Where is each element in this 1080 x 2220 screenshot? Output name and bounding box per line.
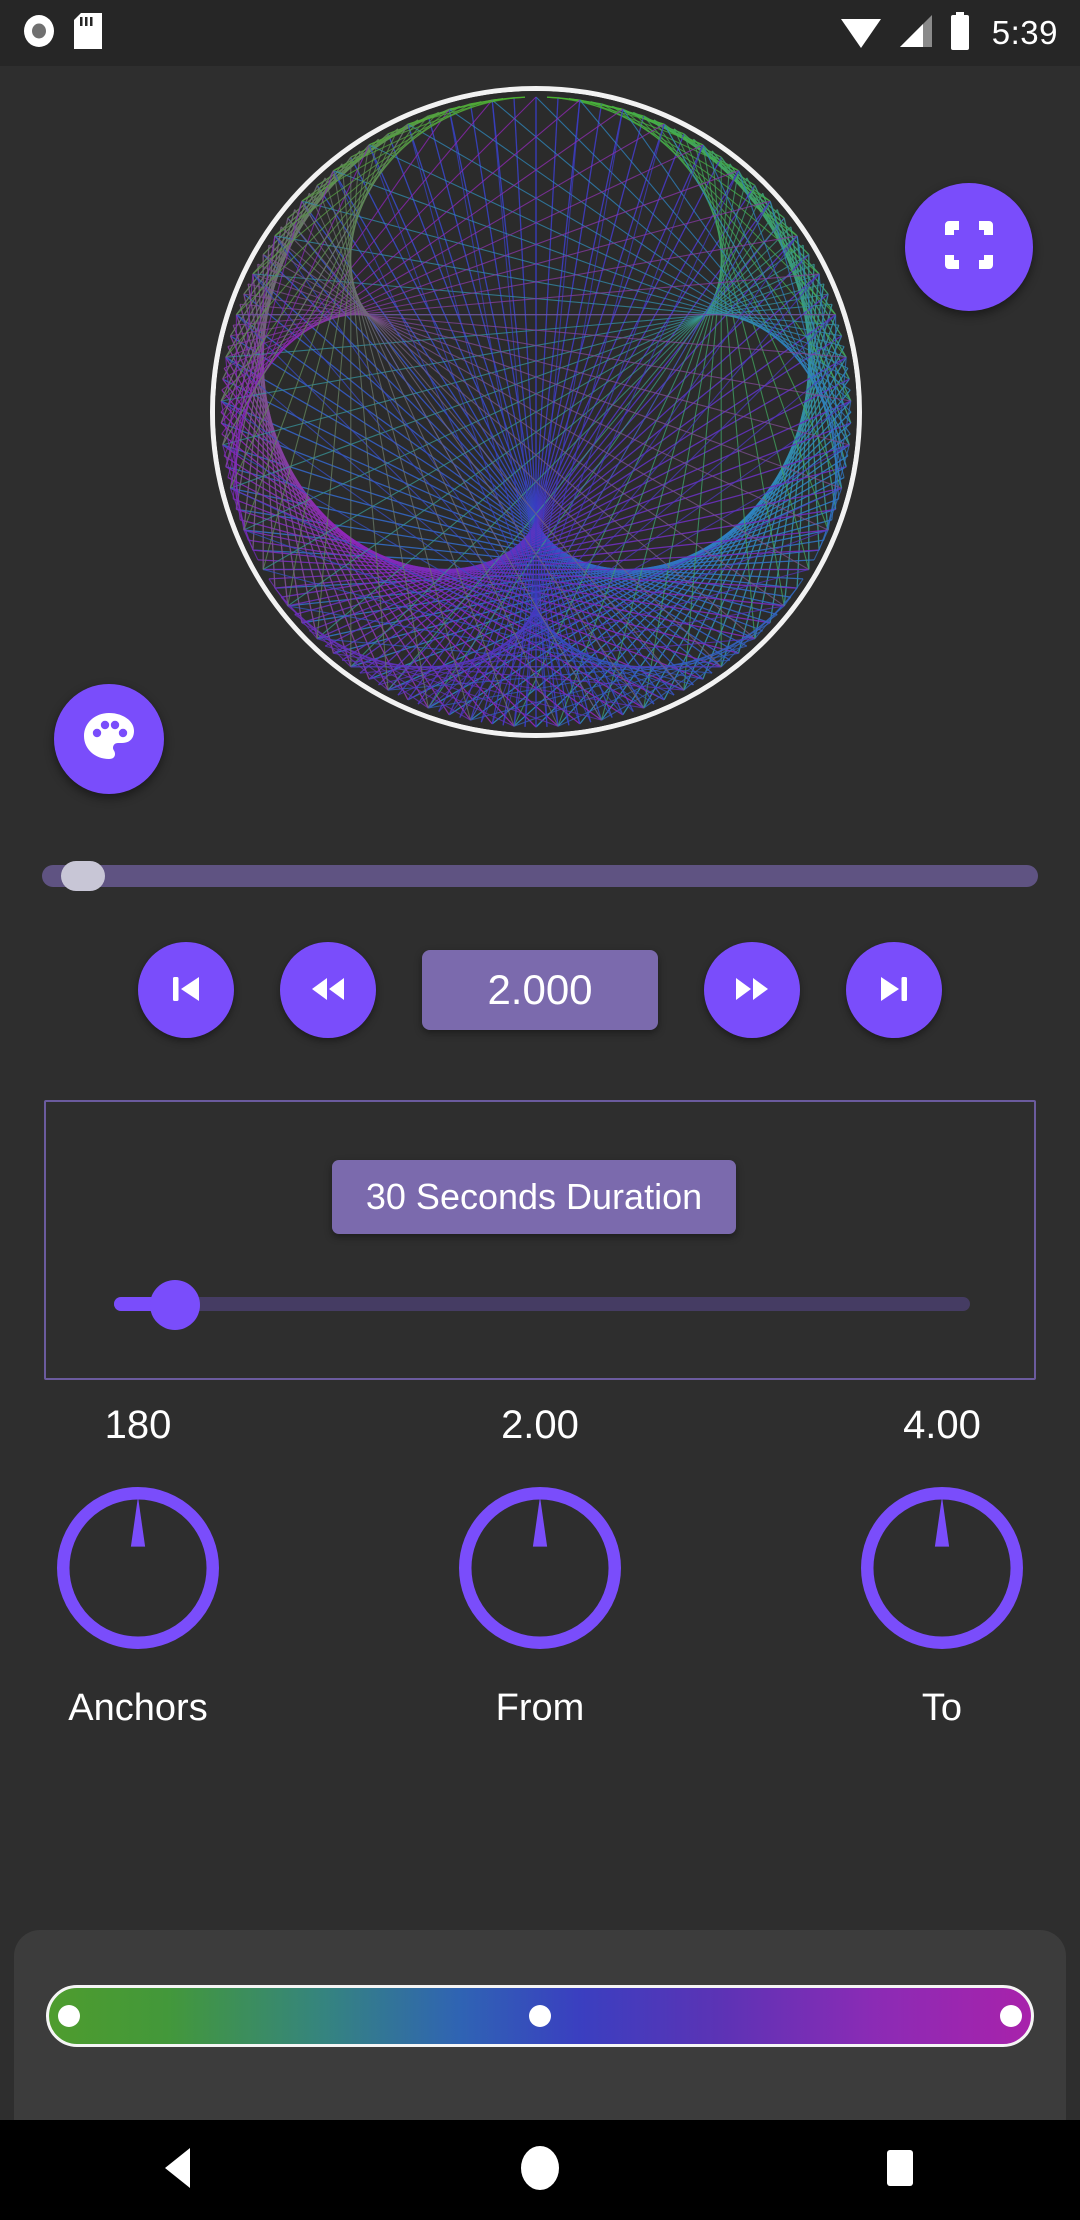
record-icon (22, 14, 56, 53)
color-gradient-sheet (14, 1930, 1066, 2120)
battery-icon (948, 11, 972, 55)
parameter-knobs: 180 Anchors 2.00 From 4.00 To (0, 1405, 1080, 1805)
nav-recents-button[interactable] (810, 2120, 990, 2220)
knob-to[interactable]: 4.00 To (837, 1405, 1047, 1805)
nav-back-button[interactable] (90, 2120, 270, 2220)
knob-to-value: 4.00 (903, 1403, 981, 1447)
android-nav-bar (0, 2120, 1080, 2220)
knob-from-dial[interactable] (451, 1479, 629, 1657)
app-screen: 5:39 2.000 30 Seconds Duration 180 Ancho… (0, 0, 1080, 2220)
nav-home-button[interactable] (450, 2120, 630, 2220)
back-triangle-icon (159, 2145, 201, 2196)
skip-next-icon (872, 967, 916, 1014)
gradient-handle-middle[interactable] (529, 2005, 551, 2027)
knob-to-label: To (921, 1687, 963, 1729)
skip-previous-icon (164, 967, 208, 1014)
palette-icon (80, 708, 138, 771)
sd-card-icon (74, 12, 102, 54)
gradient-handle-start[interactable] (57, 2005, 80, 2027)
status-bar: 5:39 (0, 0, 1080, 66)
palette-button[interactable] (54, 684, 164, 794)
knob-anchors-dial[interactable] (49, 1479, 227, 1657)
skip-previous-button[interactable] (138, 942, 234, 1038)
status-bar-clock: 5:39 (991, 14, 1058, 51)
rewind-button[interactable] (280, 942, 376, 1038)
progress-thumb[interactable] (61, 861, 106, 891)
fullscreen-button[interactable] (905, 183, 1033, 311)
knob-from-label: From (495, 1687, 585, 1729)
duration-panel: 30 Seconds Duration (44, 1100, 1036, 1380)
playback-progress-slider[interactable] (0, 855, 1080, 897)
wifi-icon (840, 13, 882, 54)
speed-value-box[interactable]: 2.000 (422, 950, 658, 1030)
knob-anchors-label: Anchors (68, 1687, 208, 1729)
transport-controls: 2.000 (0, 930, 1080, 1050)
color-gradient-picker[interactable] (46, 1985, 1034, 2047)
duration-slider-track[interactable] (114, 1297, 970, 1311)
progress-track[interactable] (42, 865, 1038, 887)
fast-forward-button[interactable] (704, 942, 800, 1038)
knob-from-value: 2.00 (501, 1403, 579, 1447)
knob-from[interactable]: 2.00 From (435, 1405, 645, 1805)
cellular-signal-icon (896, 13, 934, 54)
duration-chip[interactable]: 30 Seconds Duration (332, 1160, 736, 1234)
string-art-canvas[interactable] (210, 86, 862, 738)
home-circle-icon (518, 2144, 562, 2197)
knob-to-dial[interactable] (853, 1479, 1031, 1657)
status-bar-left-icons (22, 12, 102, 54)
duration-slider-thumb[interactable] (150, 1280, 200, 1330)
fast-forward-icon (729, 967, 775, 1014)
recents-square-icon (880, 2146, 920, 2195)
artwork-canvas-area (0, 66, 1080, 796)
status-bar-right-icons: 5:39 (840, 11, 1058, 55)
gradient-handle-end[interactable] (1000, 2005, 1023, 2027)
rewind-icon (305, 967, 351, 1014)
fullscreen-icon (941, 217, 997, 278)
knob-anchors-value: 180 (104, 1403, 172, 1447)
knob-anchors[interactable]: 180 Anchors (33, 1405, 243, 1805)
skip-next-button[interactable] (846, 942, 942, 1038)
